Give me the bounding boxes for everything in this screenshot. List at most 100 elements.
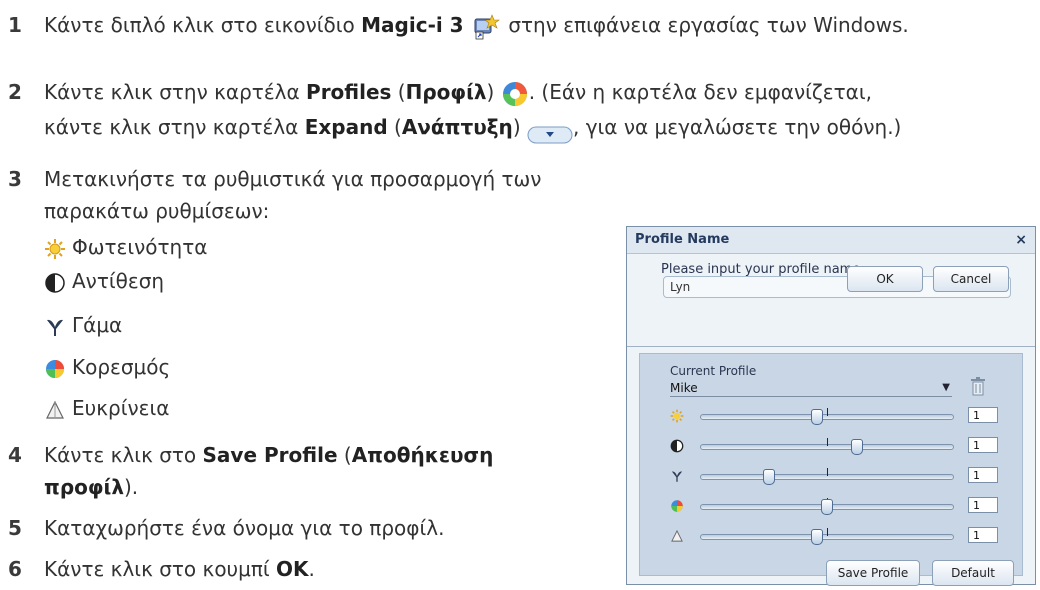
setting-brightness: Φωτεινότητα bbox=[44, 232, 207, 262]
contrast-icon bbox=[44, 272, 66, 294]
step-number: 6 bbox=[8, 557, 22, 581]
sharpness-slider[interactable] bbox=[700, 528, 954, 545]
divider bbox=[627, 346, 1035, 347]
step-text: Κάντε κλικ στην καρτέλα Profiles (Προφίλ… bbox=[44, 75, 872, 109]
text: Κάντε κλικ στο bbox=[44, 443, 203, 467]
magic-i-label: Magic-i 3 bbox=[361, 13, 464, 37]
slider-row-saturation: 1 bbox=[670, 494, 1000, 518]
save-profile-label: Save Profile bbox=[202, 443, 338, 467]
step-number: 1 bbox=[8, 13, 22, 37]
text: , για να μεγαλώσετε την οθόνη.) bbox=[572, 115, 902, 139]
slider-thumb[interactable] bbox=[811, 529, 823, 545]
save-profile-button[interactable]: Save Profile bbox=[826, 560, 920, 586]
text: ( bbox=[337, 443, 352, 467]
step-text: Κάντε κλικ στο κουμπί OK. bbox=[44, 552, 315, 586]
text: ( bbox=[387, 115, 402, 139]
step-text: Κάντε κλικ στο Save Profile (Αποθήκευση bbox=[44, 438, 493, 472]
saturation-value[interactable]: 1 bbox=[968, 497, 998, 513]
profile-name-dialog: Profile Name × Please input your profile… bbox=[626, 226, 1036, 586]
slider-thumb[interactable] bbox=[811, 409, 823, 425]
chevron-down-icon: ▼ bbox=[942, 382, 950, 393]
current-profile-dropdown[interactable]: Mike ▼ bbox=[670, 380, 952, 397]
profiles-greek-label: Προφίλ bbox=[405, 80, 487, 104]
cancel-button[interactable]: Cancel bbox=[933, 266, 1009, 292]
dialog-title: Profile Name bbox=[635, 232, 730, 247]
saturation-slider[interactable] bbox=[700, 498, 954, 515]
save-profile-greek-label: Αποθήκευση bbox=[351, 443, 494, 467]
step-number: 3 bbox=[8, 167, 22, 191]
color-wheel-icon bbox=[670, 498, 684, 512]
text: Κάντε διπλό κλικ στο εικονίδιο bbox=[44, 13, 362, 37]
ok-label: OK bbox=[276, 557, 309, 581]
close-icon[interactable]: × bbox=[1015, 227, 1027, 253]
current-profile-value: Mike bbox=[670, 381, 698, 395]
slider-row-brightness: 1 bbox=[670, 404, 1000, 428]
text: ) bbox=[512, 115, 527, 139]
profile-greek-label: προφίλ bbox=[44, 475, 124, 499]
setting-saturation: Κορεσμός bbox=[44, 352, 170, 382]
setting-label: Αντίθεση bbox=[72, 269, 165, 293]
slider-thumb[interactable] bbox=[763, 469, 775, 485]
profile-settings-panel: Current Profile Mike ▼ 1 1 1 1 1 Save Pr… bbox=[639, 353, 1023, 586]
setting-contrast: Αντίθεση bbox=[44, 266, 164, 296]
step-text: κάντε κλικ στην καρτέλα Expand (Ανάπτυξη… bbox=[44, 110, 901, 144]
expand-label: Expand bbox=[304, 115, 388, 139]
text: ) bbox=[486, 80, 501, 104]
step-text: Καταχωρήστε ένα όνομα για το προφίλ. bbox=[44, 516, 445, 540]
setting-label: Ευκρίνεια bbox=[72, 396, 170, 420]
slider-row-gamma: 1 bbox=[670, 464, 1000, 488]
gamma-icon bbox=[44, 316, 66, 338]
contrast-slider[interactable] bbox=[700, 438, 954, 455]
step-text: παρακάτω ρυθμίσεων: bbox=[44, 199, 270, 223]
triangle-icon bbox=[44, 399, 66, 421]
gamma-value[interactable]: 1 bbox=[968, 467, 998, 483]
profiles-label: Profiles bbox=[306, 80, 392, 104]
text: . (Εάν η καρτέλα δεν εμφανίζεται, bbox=[528, 80, 872, 104]
trash-icon[interactable] bbox=[970, 376, 986, 396]
center-tick bbox=[827, 408, 828, 416]
default-button[interactable]: Default bbox=[932, 560, 1014, 586]
text: στην επιφάνεια εργασίας των Windows. bbox=[501, 13, 909, 37]
text: Κάντε κλικ στην καρτέλα bbox=[44, 80, 307, 104]
text: κάντε κλικ στην καρτέλα bbox=[44, 115, 305, 139]
contrast-value[interactable]: 1 bbox=[968, 437, 998, 453]
magic-i-app-icon bbox=[472, 13, 500, 41]
gamma-icon bbox=[670, 468, 684, 482]
step-text: Μετακινήστε τα ρυθμιστικά για προσαρμογή… bbox=[44, 167, 542, 191]
sun-icon bbox=[670, 408, 684, 423]
text: . bbox=[308, 557, 315, 581]
setting-sharpness: Ευκρίνεια bbox=[44, 393, 169, 423]
center-tick bbox=[827, 468, 828, 476]
sun-icon bbox=[44, 238, 66, 260]
step-text: Κάντε διπλό κλικ στο εικονίδιο Magic-i 3… bbox=[44, 8, 909, 42]
expand-button-icon bbox=[527, 120, 573, 143]
brightness-value[interactable]: 1 bbox=[968, 407, 998, 423]
sharpness-value[interactable]: 1 bbox=[968, 527, 998, 543]
color-wheel-icon bbox=[44, 358, 66, 380]
gamma-slider[interactable] bbox=[700, 468, 954, 485]
slider-thumb[interactable] bbox=[851, 439, 863, 455]
expand-greek-label: Ανάπτυξη bbox=[401, 115, 513, 139]
current-profile-label: Current Profile bbox=[670, 364, 757, 378]
text: ). bbox=[123, 475, 139, 499]
center-tick bbox=[827, 438, 828, 446]
text: Κάντε κλικ στο κουμπί bbox=[44, 557, 277, 581]
center-tick bbox=[827, 528, 828, 536]
step-number: 4 bbox=[8, 443, 22, 467]
step-number: 2 bbox=[8, 80, 22, 104]
slider-thumb[interactable] bbox=[821, 499, 833, 515]
setting-label: Γάμα bbox=[72, 313, 123, 337]
slider-row-contrast: 1 bbox=[670, 434, 1000, 458]
profiles-tab-icon bbox=[501, 80, 529, 108]
setting-gamma: Γάμα bbox=[44, 310, 122, 340]
step-text: προφίλ). bbox=[44, 470, 138, 504]
ok-button[interactable]: OK bbox=[847, 266, 923, 292]
triangle-icon bbox=[670, 528, 684, 542]
contrast-icon bbox=[670, 438, 684, 453]
setting-label: Φωτεινότητα bbox=[72, 235, 208, 259]
step-number: 5 bbox=[8, 516, 22, 540]
brightness-slider[interactable] bbox=[700, 408, 954, 425]
slider-row-sharpness: 1 bbox=[670, 524, 1000, 548]
dialog-title-bar: Profile Name × bbox=[627, 227, 1035, 254]
setting-label: Κορεσμός bbox=[72, 355, 171, 379]
